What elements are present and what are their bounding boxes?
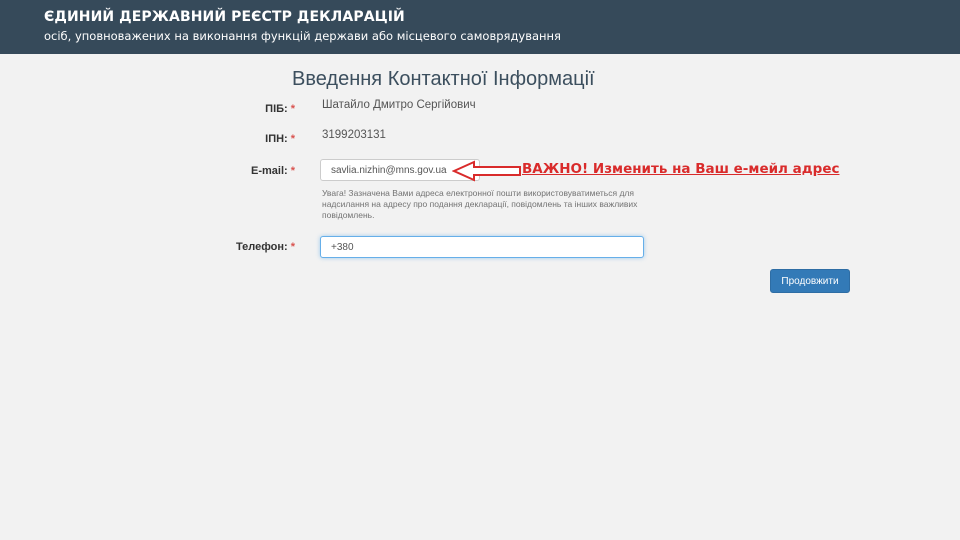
- phone-input[interactable]: [320, 236, 644, 258]
- required-mark: *: [290, 133, 295, 145]
- header-title: ЄДИНИЙ ДЕРЖАВНИЙ РЕЄСТР ДЕКЛАРАЦІЙ: [44, 9, 405, 25]
- ipn-label: ІПН: *: [265, 133, 295, 145]
- page-title: Введення Контактної Інформації: [292, 68, 595, 90]
- app-header: ЄДИНИЙ ДЕРЖАВНИЙ РЕЄСТР ДЕКЛАРАЦІЙ осіб,…: [0, 0, 960, 54]
- continue-button[interactable]: Продовжити: [770, 269, 850, 293]
- email-label: E-mail: *: [251, 165, 295, 177]
- phone-label: Телефон: *: [235, 241, 295, 253]
- email-help-text: Увага! Зазначена Вами адреса електронної…: [322, 188, 638, 220]
- arrow-left-icon: [452, 160, 521, 182]
- required-mark: *: [290, 103, 295, 115]
- header-subtitle: осіб, уповноважених на виконання функцій…: [44, 29, 561, 43]
- ipn-value: 3199203131: [322, 129, 386, 141]
- required-mark: *: [290, 241, 295, 253]
- pib-value: Шатайло Дмитро Сергійович: [322, 99, 476, 111]
- pib-label: ПІБ: *: [265, 103, 295, 115]
- annotation-note: ВАЖНО! Изменить на Ваш е-мейл адрес: [522, 161, 840, 177]
- required-mark: *: [290, 165, 295, 177]
